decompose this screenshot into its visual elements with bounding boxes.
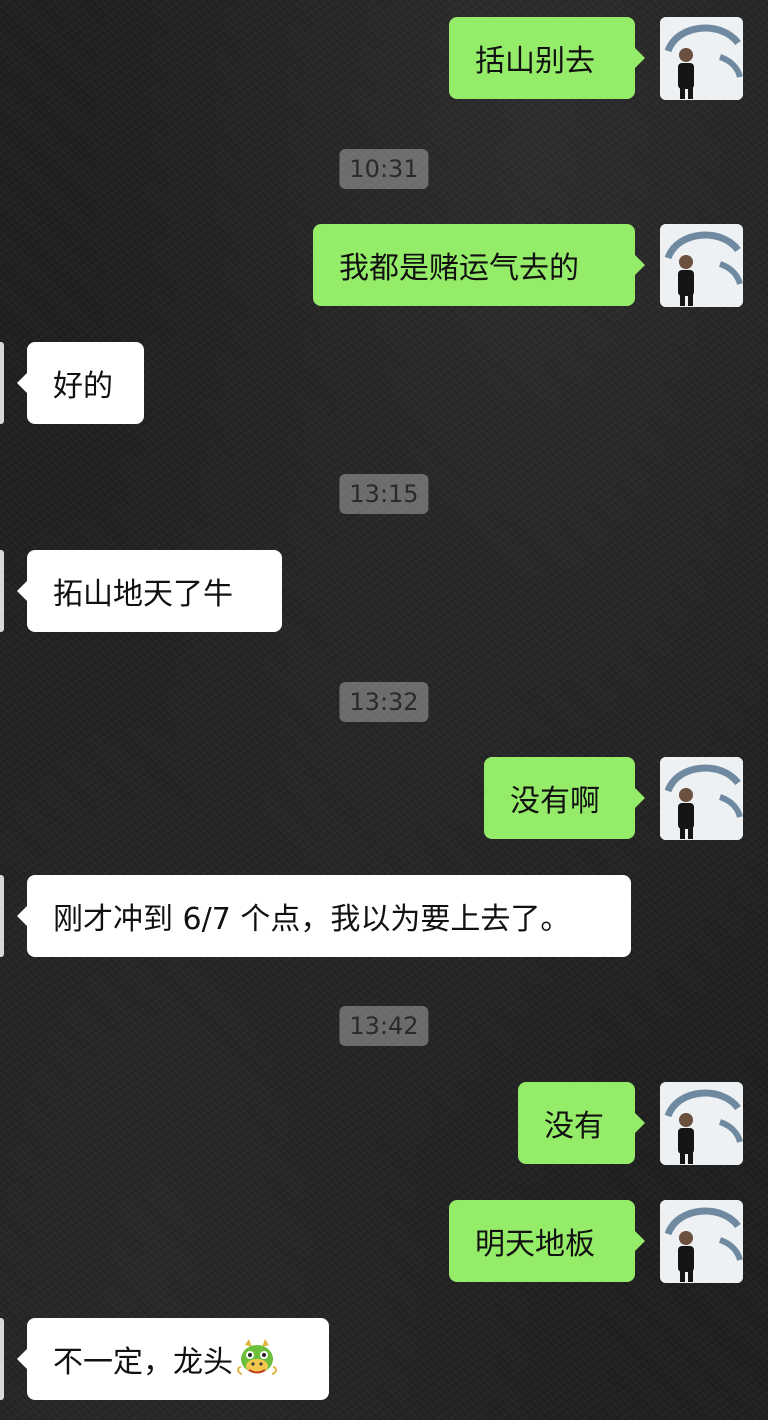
- message-bubble-sent[interactable]: 没有啊: [484, 757, 645, 839]
- message-text: 括山别去: [475, 44, 595, 79]
- peer-avatar-edge: [0, 1318, 4, 1400]
- message-text: 好的: [53, 369, 113, 404]
- avatar-photo-icon: [660, 224, 743, 307]
- peer-avatar-edge: [0, 875, 4, 957]
- message-text: 明天地板: [475, 1227, 595, 1262]
- message-text: 没有啊: [510, 784, 600, 819]
- avatar[interactable]: [660, 1200, 743, 1283]
- message-bubble-received[interactable]: 拓山地天了牛: [17, 550, 282, 632]
- peer-avatar-edge: [0, 342, 4, 424]
- message-bubble-received[interactable]: 好的: [17, 342, 144, 424]
- message-bubble-received[interactable]: 不一定，龙头: [17, 1318, 329, 1400]
- avatar-photo-icon: [660, 1200, 743, 1283]
- timestamp: 13:42: [339, 1006, 429, 1046]
- message-bubble-sent[interactable]: 明天地板: [449, 1200, 645, 1282]
- timestamp: 13:32: [339, 682, 429, 722]
- dragon-face-icon: [235, 1337, 279, 1381]
- avatar[interactable]: [660, 1082, 743, 1165]
- message-bubble-received[interactable]: 刚才冲到 6/7 个点，我以为要上去了。: [17, 875, 631, 957]
- avatar-photo-icon: [660, 17, 743, 100]
- chat-area: 括山别去 10:31 我都是赌运气去的 好的 13:15 拓山地天了牛 13:3…: [0, 0, 768, 1420]
- timestamp: 10:31: [339, 149, 429, 189]
- timestamp: 13:15: [339, 474, 429, 514]
- avatar[interactable]: [660, 17, 743, 100]
- message-text: 我都是赌运气去的: [339, 251, 579, 286]
- avatar-photo-icon: [660, 757, 743, 840]
- message-text: 刚才冲到 6/7 个点，我以为要上去了。: [53, 902, 571, 937]
- message-text: 不一定，龙头: [53, 1345, 233, 1380]
- avatar[interactable]: [660, 224, 743, 307]
- message-text: 没有: [544, 1109, 604, 1144]
- avatar[interactable]: [660, 757, 743, 840]
- message-bubble-sent[interactable]: 括山别去: [449, 17, 645, 99]
- peer-avatar-edge: [0, 550, 4, 632]
- message-bubble-sent[interactable]: 没有: [518, 1082, 645, 1164]
- avatar-photo-icon: [660, 1082, 743, 1165]
- message-bubble-sent[interactable]: 我都是赌运气去的: [313, 224, 645, 306]
- message-text: 拓山地天了牛: [53, 577, 233, 612]
